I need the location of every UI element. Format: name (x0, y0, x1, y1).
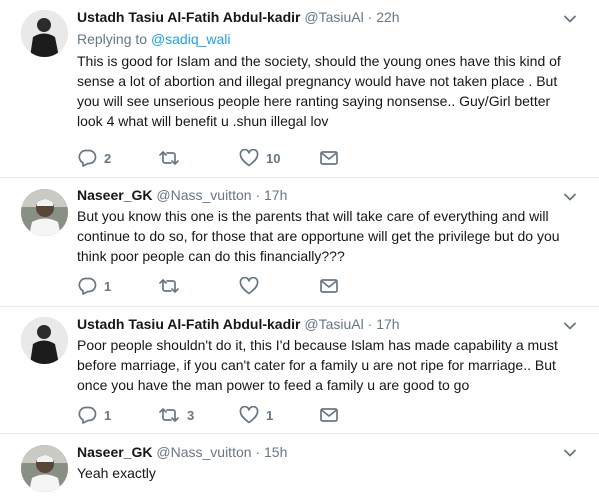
tweet-text: This is good for Islam and the society, … (77, 53, 561, 129)
separator-dot: · (255, 187, 261, 203)
tweet-header: Ustadh Tasiu Al-Fatih Abdul-kadir @Tasiu… (77, 8, 579, 26)
tweet-menu-button[interactable] (563, 319, 577, 333)
tweet-text: But you know this one is the parents tha… (77, 208, 560, 264)
tweet-header: Naseer_GK @Nass_vuitton · 15h (77, 443, 579, 461)
chevron-down-icon (564, 449, 576, 457)
timestamp[interactable]: 15h (264, 444, 287, 460)
display-name[interactable]: Naseer_GK (77, 444, 153, 460)
chevron-down-icon (564, 193, 576, 201)
timestamp[interactable]: 17h (376, 316, 399, 332)
tweet-menu-button[interactable] (563, 446, 577, 460)
envelope-icon (320, 408, 338, 422)
timestamp[interactable]: 17h (264, 187, 287, 203)
reply-count: 2 (104, 150, 112, 166)
avatar[interactable] (21, 189, 68, 236)
tweet-menu-button[interactable] (563, 190, 577, 204)
reply-icon (78, 277, 97, 295)
retweet-icon (159, 151, 179, 165)
avatar[interactable] (21, 317, 68, 364)
reply-button[interactable]: 1 (77, 276, 111, 296)
tweet-menu-button[interactable] (563, 12, 577, 26)
avatar-image (21, 10, 68, 57)
chevron-down-icon (564, 322, 576, 330)
reply-icon (78, 406, 97, 424)
retweet-button[interactable]: 3 (158, 405, 194, 425)
user-handle[interactable]: @TasiuAl (304, 316, 363, 332)
reply-count: 1 (104, 407, 112, 423)
direct-message-button[interactable] (319, 148, 339, 168)
heart-icon (239, 406, 259, 424)
envelope-icon (320, 151, 338, 165)
display-name[interactable]: Ustadh Tasiu Al-Fatih Abdul-kadir (77, 9, 301, 25)
envelope-icon (320, 279, 338, 293)
avatar[interactable] (21, 10, 68, 57)
chevron-down-icon (564, 15, 576, 23)
separator-dot: · (367, 9, 373, 25)
user-handle[interactable]: @TasiuAl (304, 9, 363, 25)
replying-to-link[interactable]: @sadiq_wali (151, 31, 231, 47)
avatar[interactable] (21, 445, 68, 492)
tweet[interactable]: Naseer_GK @Nass_vuitton · 15h Yeah exact… (0, 434, 599, 500)
retweet-icon (159, 279, 179, 293)
avatar-image (21, 317, 68, 364)
reply-count: 1 (104, 278, 112, 294)
direct-message-button[interactable] (319, 405, 339, 425)
tweet[interactable]: Naseer_GK @Nass_vuitton · 17h But you kn… (0, 178, 599, 306)
separator-dot: · (367, 316, 373, 332)
retweet-icon (159, 408, 179, 422)
reply-icon (78, 149, 97, 167)
reply-button[interactable]: 1 (77, 405, 111, 425)
retweet-button[interactable] (158, 276, 187, 296)
like-button[interactable]: 1 (239, 405, 273, 425)
avatar-image (21, 189, 68, 236)
replying-to-label: Replying to (77, 31, 151, 47)
tweet[interactable]: Ustadh Tasiu Al-Fatih Abdul-kadir @Tasiu… (0, 0, 599, 177)
tweet-text: Yeah exactly (77, 465, 156, 481)
heart-icon (239, 149, 259, 167)
replying-to: Replying to @sadiq_wali (77, 30, 579, 48)
display-name[interactable]: Naseer_GK (77, 187, 153, 203)
like-count: 1 (266, 407, 274, 423)
tweet-header: Ustadh Tasiu Al-Fatih Abdul-kadir @Tasiu… (77, 315, 579, 333)
retweet-count: 3 (187, 407, 195, 423)
tweet-text: Poor people shouldn't do it, this I'd be… (77, 337, 558, 393)
tweet-header: Naseer_GK @Nass_vuitton · 17h (77, 186, 579, 204)
direct-message-button[interactable] (319, 276, 339, 296)
heart-icon (239, 277, 259, 295)
tweet[interactable]: Ustadh Tasiu Al-Fatih Abdul-kadir @Tasiu… (0, 307, 599, 433)
like-button[interactable]: 10 (239, 148, 280, 168)
reply-button[interactable]: 2 (77, 148, 111, 168)
timestamp[interactable]: 22h (376, 9, 399, 25)
user-handle[interactable]: @Nass_vuitton (156, 187, 251, 203)
user-handle[interactable]: @Nass_vuitton (156, 444, 251, 460)
like-count: 10 (266, 150, 281, 166)
retweet-button[interactable] (158, 148, 187, 168)
like-button[interactable] (239, 276, 266, 296)
display-name[interactable]: Ustadh Tasiu Al-Fatih Abdul-kadir (77, 316, 301, 332)
separator-dot: · (255, 444, 261, 460)
avatar-image (21, 445, 68, 492)
